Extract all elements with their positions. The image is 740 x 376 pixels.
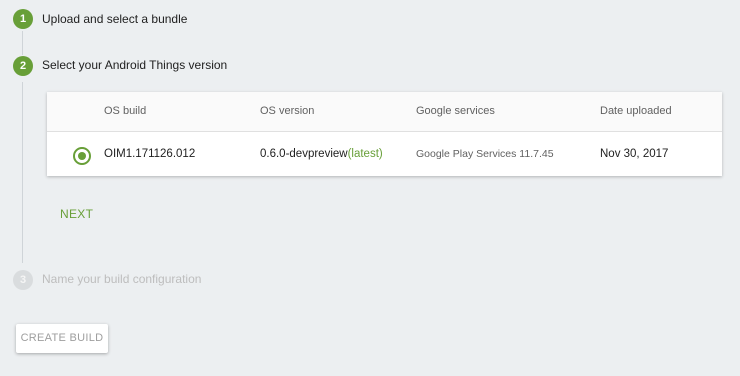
- column-header-date-uploaded: Date uploaded: [600, 105, 672, 117]
- table-row[interactable]: OIM1.171126.012 0.6.0-devpreview(latest)…: [47, 132, 722, 176]
- create-build-button[interactable]: CREATE BUILD: [16, 324, 108, 353]
- column-header-os-version: OS version: [260, 105, 315, 117]
- step-connector: [22, 82, 23, 263]
- step-1-title[interactable]: Upload and select a bundle: [42, 12, 187, 26]
- step-2-title: Select your Android Things version: [42, 58, 228, 72]
- column-header-os-build: OS build: [104, 105, 147, 117]
- os-version-value: 0.6.0-devpreview: [260, 148, 348, 160]
- step-3-title: Name your build configuration: [42, 272, 202, 286]
- step-connector: [22, 31, 23, 55]
- table-header: OS build OS version Google services Date…: [47, 92, 722, 132]
- column-header-google-services: Google services: [416, 105, 495, 117]
- step-2-number: 2: [13, 56, 33, 76]
- google-services-cell: Google Play Services 11.7.45: [416, 148, 554, 160]
- latest-tag: (latest): [347, 148, 383, 160]
- os-version-cell: 0.6.0-devpreview(latest): [260, 132, 383, 176]
- os-build-cell: OIM1.171126.012: [104, 148, 196, 160]
- version-table: OS build OS version Google services Date…: [47, 92, 722, 176]
- version-radio-button[interactable]: [73, 147, 91, 165]
- next-button[interactable]: NEXT: [52, 200, 101, 228]
- step-3-number: 3: [13, 270, 33, 290]
- date-uploaded-cell: Nov 30, 2017: [600, 148, 669, 160]
- step-1-number: 1: [13, 9, 33, 29]
